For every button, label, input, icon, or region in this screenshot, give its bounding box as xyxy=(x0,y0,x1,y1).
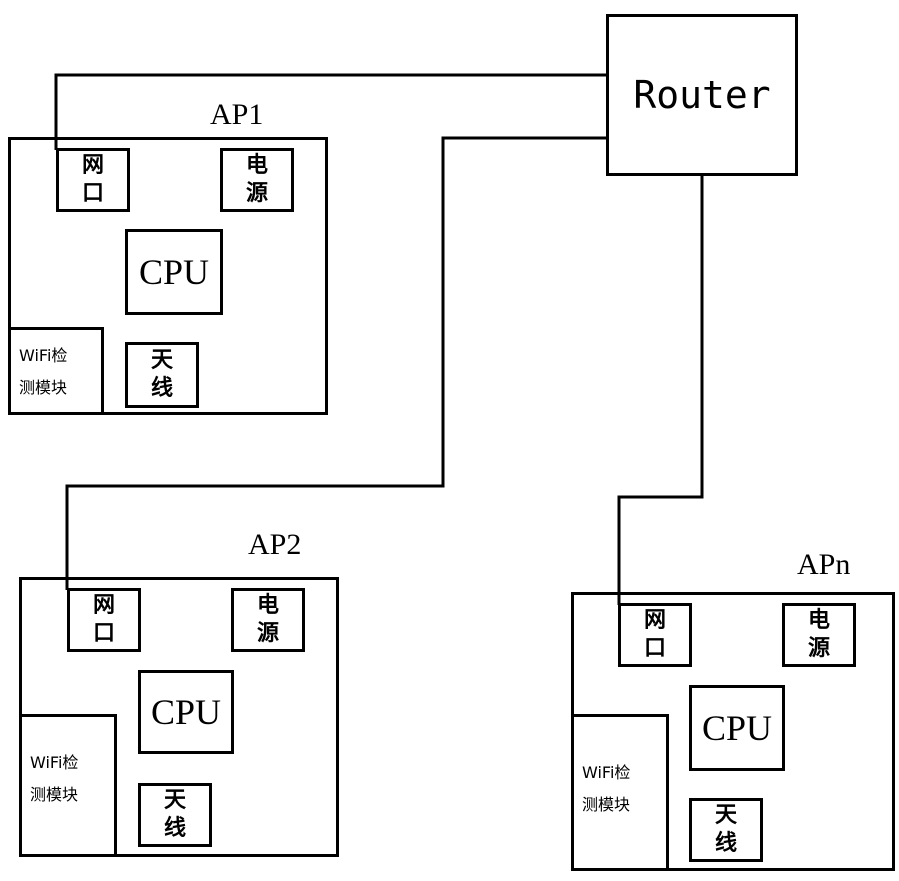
ap1-label: AP1 xyxy=(210,98,264,131)
ap1-network-port: 网 口 xyxy=(56,148,130,212)
apn-power-supply: 电 源 xyxy=(782,603,856,667)
ap2-box: 网 口 电 源 CPU 天 线 WiFi检 测模块 xyxy=(19,577,339,857)
ap2-network-port: 网 口 xyxy=(67,588,141,652)
apn-antenna: 天 线 xyxy=(689,798,763,862)
ap2-power-supply: 电 源 xyxy=(231,588,305,652)
wire-router-apn xyxy=(617,175,704,605)
apn-wifi-detection-module: WiFi检 测模块 xyxy=(571,714,669,871)
apn-network-port: 网 口 xyxy=(618,603,692,667)
router-node: Router xyxy=(606,14,798,176)
ap2-wifi-detection-module: WiFi检 测模块 xyxy=(19,714,117,857)
ap1-wifi-detection-module: WiFi检 测模块 xyxy=(8,327,104,415)
ap1-power-supply: 电 源 xyxy=(220,148,294,212)
apn-box: 网 口 电 源 CPU 天 线 WiFi检 测模块 xyxy=(571,592,895,871)
ap2-cpu: CPU xyxy=(138,670,234,754)
ap1-antenna: 天 线 xyxy=(125,342,199,408)
ap2-antenna: 天 线 xyxy=(138,783,212,847)
ap2-label: AP2 xyxy=(248,528,302,561)
router-label: Router xyxy=(633,73,771,117)
apn-cpu: CPU xyxy=(689,685,785,771)
ap1-cpu: CPU xyxy=(125,229,223,315)
ap1-box: 网 口 电 源 CPU 天 线 WiFi检 测模块 xyxy=(8,137,328,415)
apn-label: APn xyxy=(797,548,851,581)
